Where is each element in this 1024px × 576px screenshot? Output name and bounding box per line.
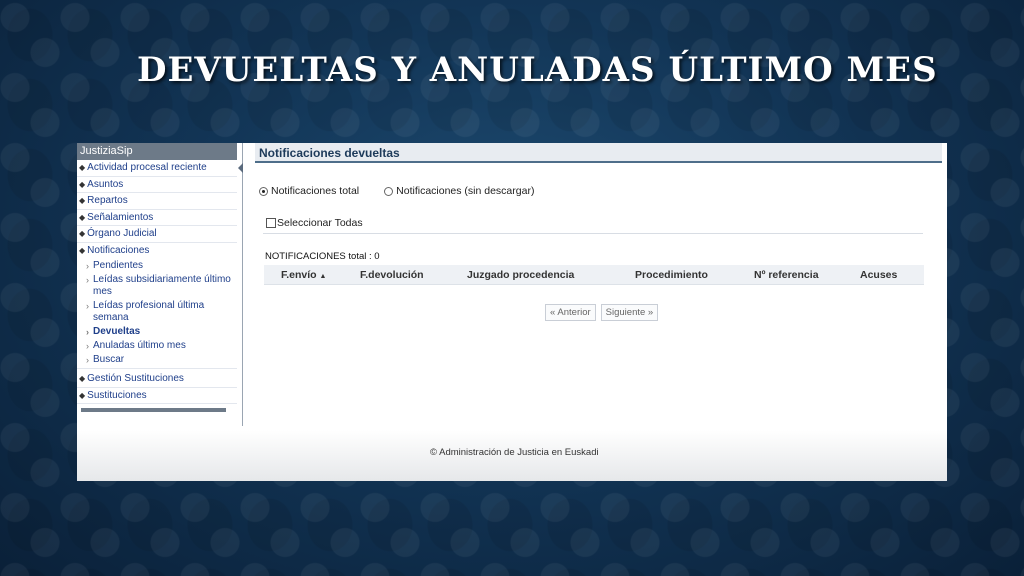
sidebar-item-senalamientos[interactable]: ◆ Señalamientos — [77, 210, 237, 226]
chevron-right-icon: › — [86, 275, 89, 285]
chevron-right-icon: › — [86, 327, 89, 337]
subitem-devueltas[interactable]: › Devueltas — [77, 326, 237, 338]
sort-ascending-icon: ▲ — [319, 272, 327, 280]
filter-radio-group: Notificaciones total Notificaciones (sin… — [259, 185, 559, 197]
sidebar-item-repartos[interactable]: ◆ Repartos — [77, 193, 237, 210]
table-header: F.envío ▲ F.devolución Juzgado procedenc… — [264, 265, 924, 285]
collapse-arrow-icon[interactable] — [238, 163, 243, 173]
subitem-buscar[interactable]: › Buscar — [77, 354, 237, 369]
radio-notificaciones-sin-descargar[interactable] — [384, 186, 394, 196]
sidebar-item-sustituciones[interactable]: ◆ Sustituciones — [77, 388, 237, 404]
radio-notificaciones-total[interactable] — [259, 186, 268, 196]
sidebar-item-gestion-sustituciones[interactable]: ◆ Gestión Sustituciones — [77, 371, 237, 388]
sidebar: JustiziaSip ◆ Actividad procesal reciente… — [77, 143, 237, 433]
sidebar-item-asuntos[interactable]: ◆ Asuntos — [77, 177, 237, 193]
bullet-icon: ◆ — [79, 212, 86, 222]
chevron-right-icon: › — [86, 261, 89, 271]
bullet-icon: ◆ — [79, 179, 86, 189]
bullet-icon: ◆ — [79, 196, 86, 205]
panel-title: Notificaciones devueltas — [255, 143, 942, 163]
column-header-referencia[interactable]: Nº referencia — [754, 269, 819, 281]
sidebar-splitter[interactable] — [236, 143, 243, 426]
column-header-acuses[interactable]: Acuses — [860, 269, 897, 281]
previous-page-button[interactable]: « Anterior — [545, 304, 596, 321]
bullet-icon: ◆ — [79, 390, 86, 400]
bullet-icon: ◆ — [79, 163, 86, 172]
slide-title: DEVUELTAS Y ANULADAS ÚLTIMO MES — [137, 50, 938, 90]
app-screenshot: JustiziaSip ◆ Actividad procesal reciente… — [77, 143, 947, 481]
subitem-pendientes[interactable]: › Pendientes — [77, 260, 237, 272]
chevron-right-icon: › — [86, 301, 89, 311]
subitem-leidas-subsidiariamente[interactable]: › Leídas subsidiariamente último mes — [77, 274, 237, 298]
radio-label-total[interactable]: Notificaciones total — [271, 185, 359, 197]
next-page-button[interactable]: Siguiente » — [600, 304, 659, 321]
select-all-checkbox[interactable] — [266, 218, 276, 228]
sidebar-header: JustiziaSip — [77, 143, 237, 160]
pagination: « Anterior Siguiente » — [545, 304, 659, 321]
sidebar-item-organo[interactable]: ◆ Órgano Judicial — [77, 226, 237, 243]
copyright-text: © Administración de Justicia en Euskadi — [430, 447, 599, 458]
bullet-icon: ◆ — [79, 374, 86, 383]
column-header-fenvio[interactable]: F.envío ▲ — [281, 269, 326, 281]
column-header-procedimiento[interactable]: Procedimiento — [635, 269, 708, 281]
bullet-icon: ◆ — [79, 245, 86, 255]
chevron-right-icon: › — [86, 341, 89, 351]
select-all-row: Seleccionar Todas — [266, 217, 363, 229]
subitem-anuladas[interactable]: › Anuladas último mes — [77, 340, 237, 352]
select-all-label[interactable]: Seleccionar Todas — [277, 217, 363, 229]
divider — [263, 233, 923, 234]
bullet-icon: ◆ — [79, 229, 86, 238]
notifications-total-count: NOTIFICACIONES total : 0 — [265, 251, 380, 262]
sidebar-footer-bar — [81, 408, 226, 412]
sidebar-item-notificaciones[interactable]: ◆ Notificaciones — [77, 243, 237, 260]
subitem-leidas-profesional[interactable]: › Leídas profesional última semana — [77, 300, 237, 324]
column-header-juzgado[interactable]: Juzgado procedencia — [467, 269, 574, 281]
sidebar-item-actividad[interactable]: ◆ Actividad procesal reciente — [77, 160, 237, 177]
column-header-fdevolucion[interactable]: F.devolución — [360, 269, 424, 281]
chevron-right-icon: › — [86, 355, 89, 365]
radio-label-sin-descargar[interactable]: Notificaciones (sin descargar) — [396, 185, 534, 197]
